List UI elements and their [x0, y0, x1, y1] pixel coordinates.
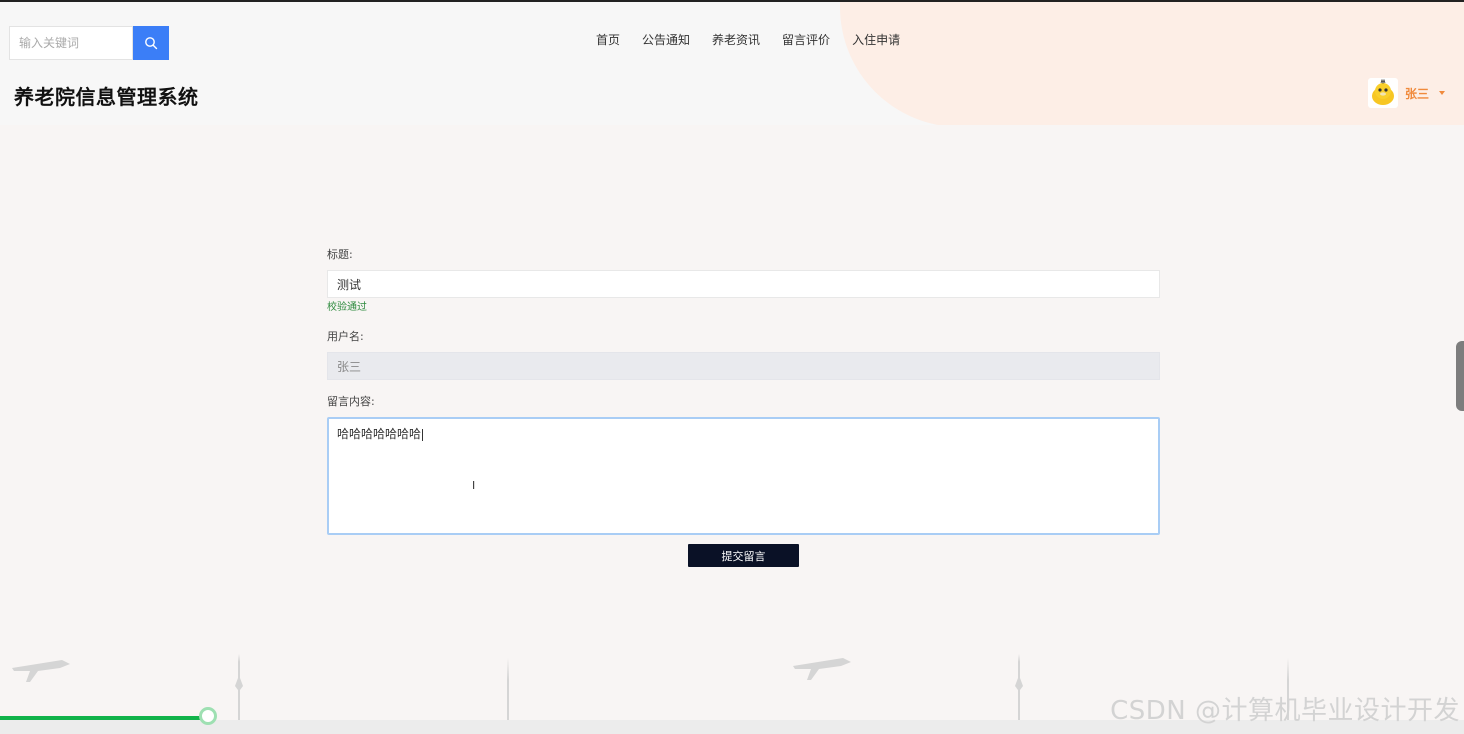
progress-handle[interactable]	[199, 707, 217, 725]
nav-admission[interactable]: 入住申请	[852, 30, 900, 50]
search-input[interactable]	[10, 27, 132, 59]
side-scroll-handle[interactable]	[1456, 341, 1464, 411]
search-icon	[145, 37, 158, 50]
title-input[interactable]	[327, 270, 1160, 298]
search-box	[9, 26, 133, 60]
content-label: 留言内容:	[327, 395, 375, 408]
nav-elderly-news[interactable]: 养老资讯	[712, 30, 760, 50]
text-cursor	[422, 428, 424, 441]
main-nav: 首页 公告通知 养老资讯 留言评价 入住申请	[596, 30, 900, 50]
title-validation-hint: 校验通过	[327, 302, 367, 313]
nav-messages[interactable]: 留言评价	[782, 30, 830, 50]
title-label: 标题:	[327, 248, 353, 261]
username-field: 张三	[327, 352, 1160, 380]
progress-track	[0, 716, 208, 720]
username-label: 用户名:	[327, 330, 364, 343]
content-text: 哈哈哈哈哈哈哈	[337, 427, 422, 441]
submit-button[interactable]: 提交留言	[688, 544, 799, 567]
watermark: CSDN @计算机毕业设计开发	[1110, 696, 1460, 726]
nav-home[interactable]: 首页	[596, 30, 620, 50]
content-textarea[interactable]: 哈哈哈哈哈哈哈 I	[327, 417, 1160, 535]
duck-avatar-icon	[1372, 79, 1394, 105]
chevron-down-icon	[1439, 91, 1446, 95]
avatar	[1368, 78, 1398, 108]
user-menu[interactable]: 张三	[1368, 78, 1446, 108]
nav-announcements[interactable]: 公告通知	[642, 30, 690, 50]
ibeam-cursor-icon: I	[472, 479, 476, 492]
site-header: 首页 公告通知 养老资讯 留言评价 入住申请 养老院信息管理系统 张三	[0, 2, 1464, 125]
message-form: 标题: 校验通过 用户名: 张三 留言内容: 哈哈哈哈哈哈哈 I	[327, 246, 1160, 535]
site-title: 养老院信息管理系统	[14, 85, 199, 109]
search-button[interactable]	[133, 26, 169, 60]
user-name: 张三	[1405, 86, 1430, 101]
